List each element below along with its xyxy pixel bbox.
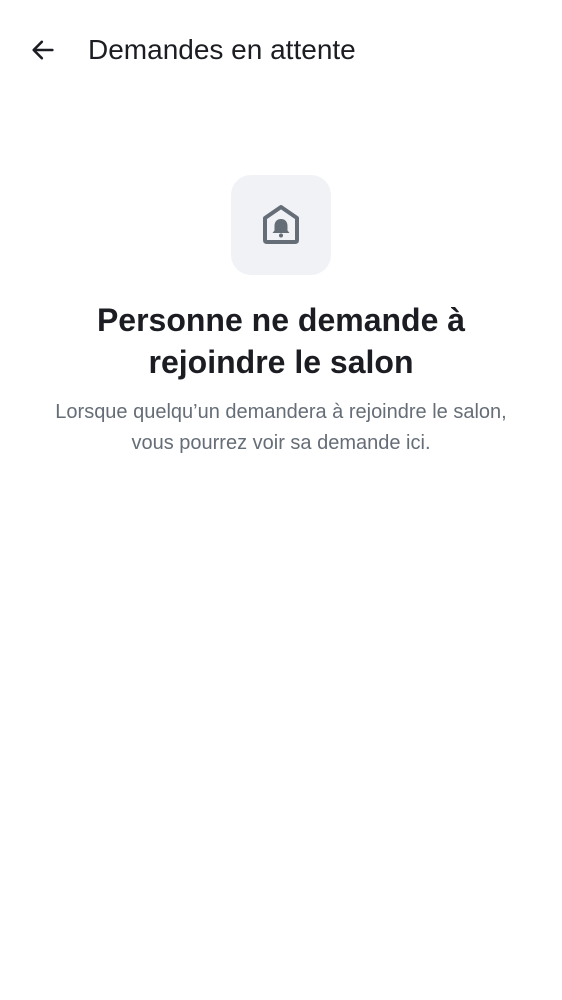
empty-state: Personne ne demande à rejoindre le salon… <box>0 175 562 459</box>
page-title: Demandes en attente <box>88 34 356 65</box>
empty-state-description: Lorsque quelqu’un demandera à rejoindre … <box>55 401 507 454</box>
top-app-bar: Demandes en attente <box>0 0 562 100</box>
empty-state-icon-tile <box>231 175 331 275</box>
empty-state-heading: Personne ne demande à rejoindre le salon <box>96 302 466 380</box>
arrow-left-icon <box>32 40 54 60</box>
room-bell-icon <box>263 205 299 244</box>
back-button[interactable] <box>19 26 67 74</box>
